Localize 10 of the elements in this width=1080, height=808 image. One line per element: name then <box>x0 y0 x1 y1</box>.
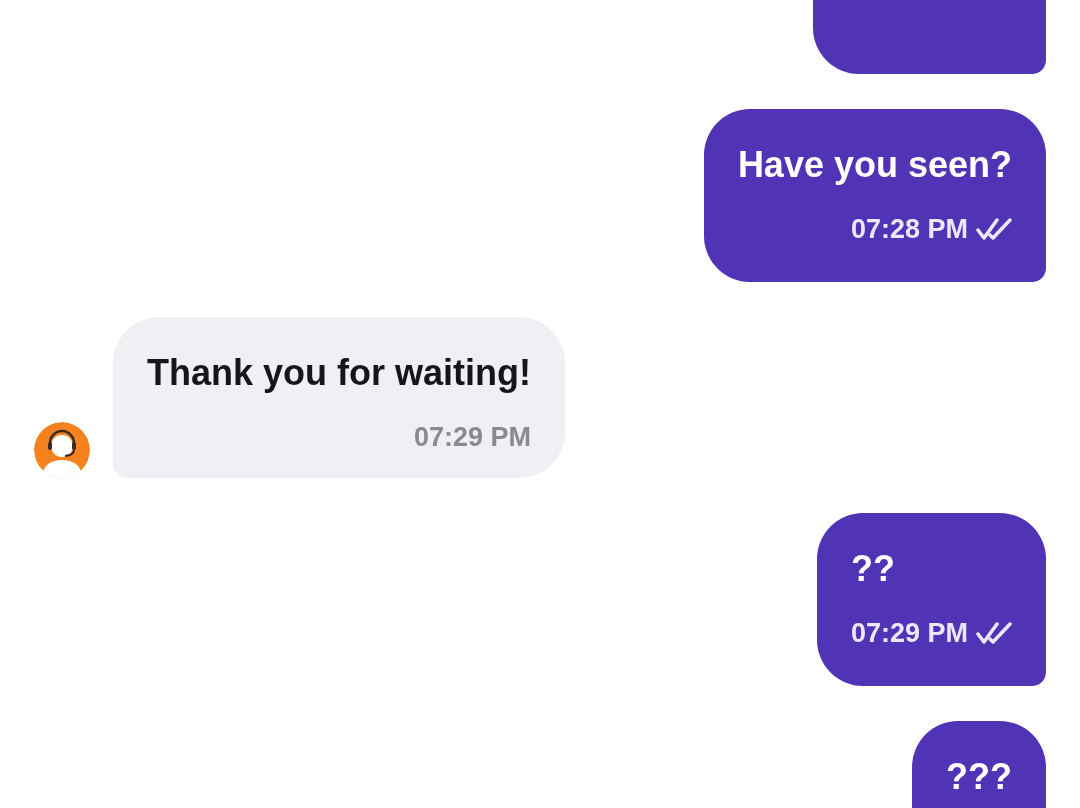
message-text: ??? <box>946 755 1012 799</box>
message-time: 07:29 PM <box>850 617 968 650</box>
message-text: Thank you for waiting! <box>147 351 531 395</box>
message-text: Have you seen? <box>737 143 1012 187</box>
double-check-icon <box>976 621 1012 645</box>
avatar-icon <box>34 422 90 478</box>
message-time: 07:28 PM <box>850 213 968 246</box>
message-text: ?? <box>850 547 896 591</box>
message-time: 07:29 PM <box>413 421 531 454</box>
double-check-icon <box>976 217 1012 241</box>
